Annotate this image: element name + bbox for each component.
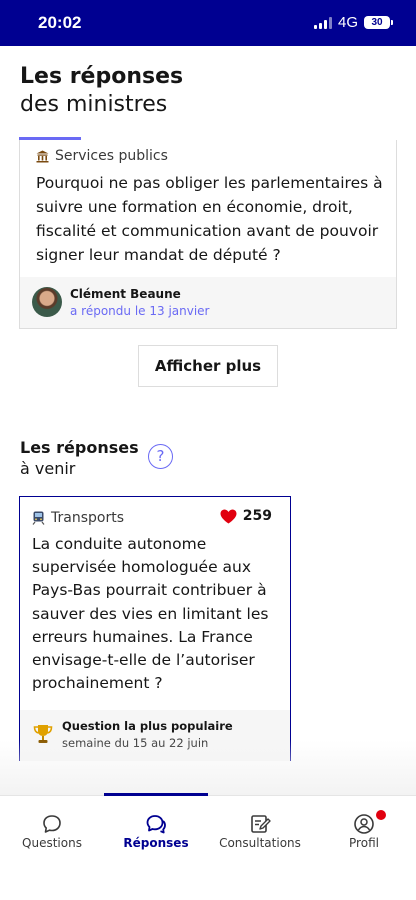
answers-section-title: Les réponses des ministres [20, 63, 183, 119]
heart-icon [220, 509, 237, 523]
help-icon[interactable]: ? [148, 444, 173, 469]
tab-profil[interactable]: Profil [312, 796, 416, 856]
upcoming-title-bold: Les réponses [20, 438, 139, 457]
tab-label-profil: Profil [349, 836, 379, 850]
popular-label: Question la plus populaire [62, 719, 233, 733]
avatar [32, 287, 62, 317]
signal-icon [313, 16, 332, 29]
question-text: La conduite autonome supervisée homologu… [32, 535, 269, 693]
notification-badge [376, 810, 386, 820]
status-time: 20:02 [38, 13, 82, 32]
question-card[interactable]: Transports 259 La conduite autonome supe… [19, 496, 291, 761]
tab-label-consultations: Consultations [219, 836, 301, 850]
like-counter[interactable]: 259 [220, 508, 272, 524]
tab-label-questions: Questions [22, 836, 82, 850]
answer-question-text: Pourquoi ne pas obliger les parlementair… [36, 174, 383, 264]
status-bar: 20:02 4G 30 [0, 0, 416, 46]
question-theme: Transports [32, 510, 124, 526]
tab-consultations[interactable]: Consultations [208, 796, 312, 856]
upcoming-title-rest: à venir [20, 459, 76, 478]
tab-reponses[interactable]: Réponses [104, 796, 208, 856]
battery-icon: 30 [364, 16, 393, 29]
answers-title-bold: Les réponses [20, 64, 184, 89]
edit-note-icon [251, 815, 271, 833]
building-icon [36, 150, 49, 162]
answer-footer: Clément Beaune a répondu le 13 janvier [20, 277, 396, 328]
answers-title-rest: des ministres [20, 92, 168, 117]
answer-card[interactable]: Services publics Pourquoi ne pas obliger… [19, 140, 397, 329]
network-type: 4G [337, 14, 358, 31]
tab-label-reponses: Réponses [123, 836, 189, 850]
answer-theme: Services publics [36, 148, 168, 164]
upcoming-section-title: Les réponses à venir [20, 437, 139, 479]
like-count: 259 [242, 508, 272, 524]
show-more-button[interactable]: Afficher plus [138, 345, 278, 387]
answer-theme-label: Services publics [55, 148, 168, 164]
scroll-fade [0, 740, 416, 795]
chat-bubbles-icon [146, 815, 166, 834]
tab-questions[interactable]: Questions [0, 796, 104, 856]
chat-bubble-icon [43, 815, 61, 833]
question-theme-label: Transports [51, 510, 124, 526]
answer-date: a répondu le 13 janvier [70, 304, 210, 318]
user-icon [354, 814, 374, 834]
train-icon [32, 511, 45, 525]
tab-bar: Questions Réponses Consultations Profil [0, 793, 416, 900]
status-indicators: 4G 30 [313, 14, 393, 31]
author-name: Clément Beaune [70, 287, 181, 301]
